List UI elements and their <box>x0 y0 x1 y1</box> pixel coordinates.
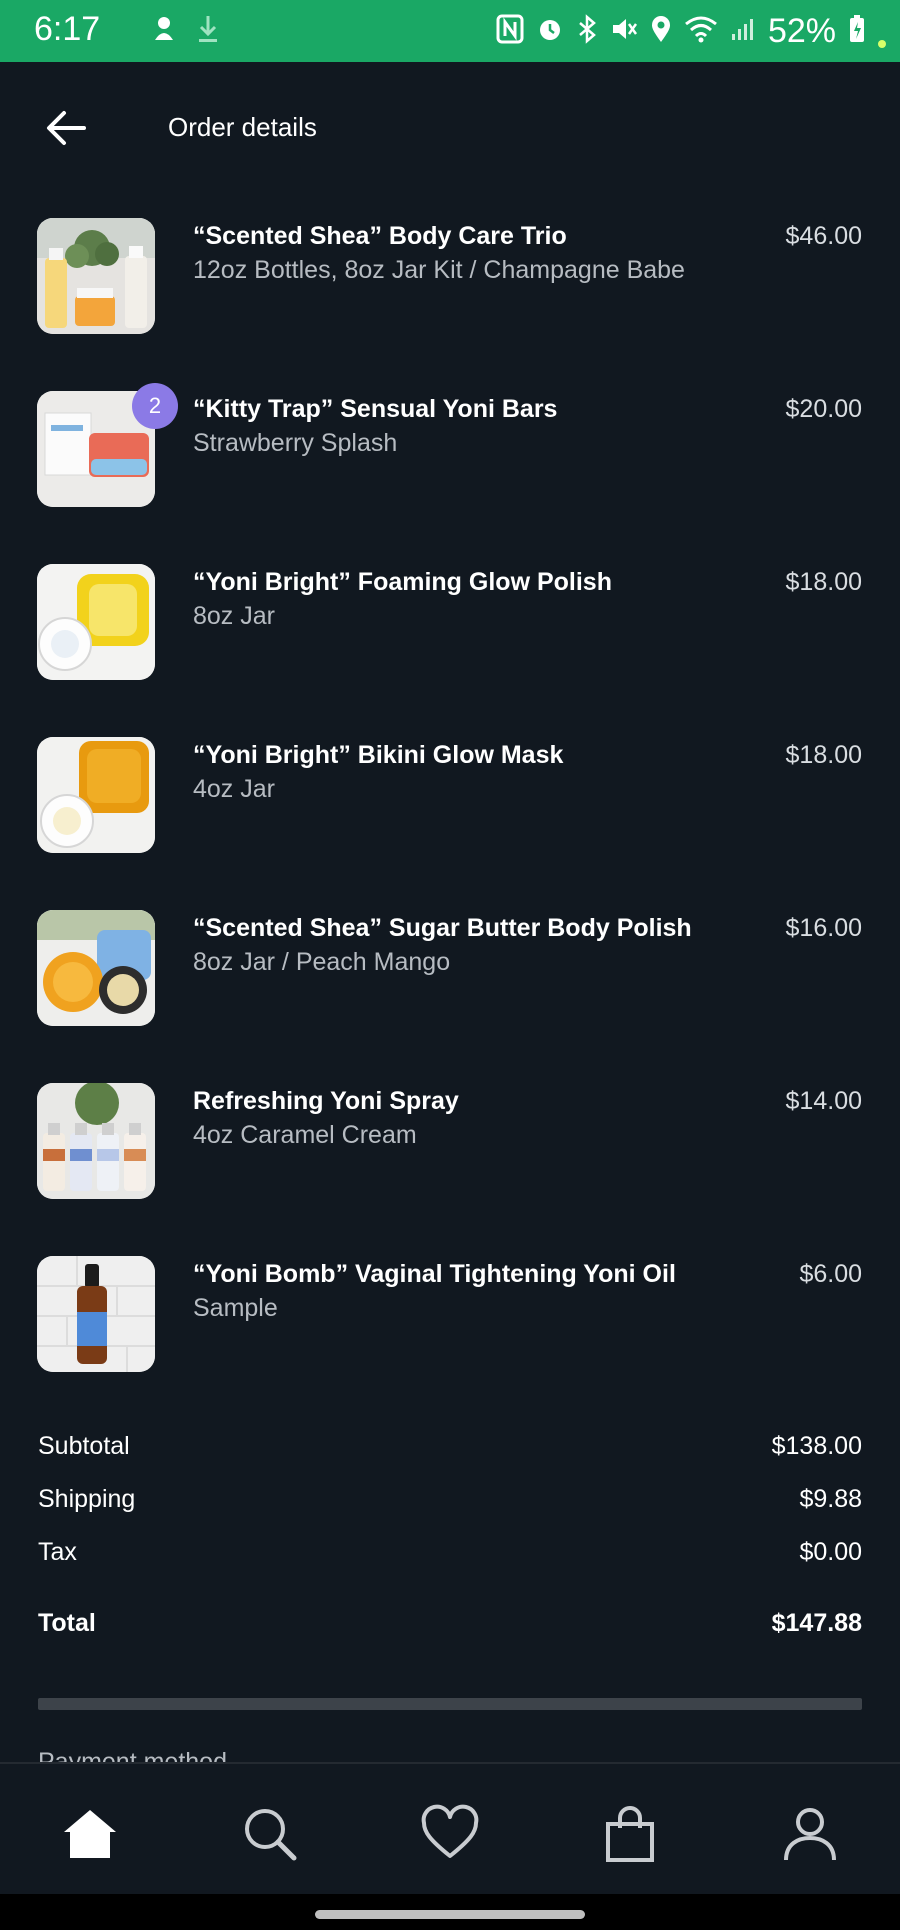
subtotal-value: $138.00 <box>771 1432 862 1460</box>
item-name: “Scented Shea” Sugar Butter Body Polish <box>193 914 692 942</box>
order-item[interactable]: Refreshing Yoni Spray 4oz Caramel Cream … <box>0 1083 900 1256</box>
home-gesture-handle[interactable] <box>315 1910 585 1919</box>
privacy-dot <box>878 39 886 48</box>
item-name: Refreshing Yoni Spray <box>193 1087 459 1115</box>
tax-label: Tax <box>38 1538 77 1566</box>
shipping-label: Shipping <box>38 1485 136 1513</box>
wifi-icon <box>684 14 718 49</box>
product-thumbnail <box>37 1083 155 1199</box>
item-price: $46.00 <box>785 222 862 250</box>
item-name: “Yoni Bomb” Vaginal Tightening Yoni Oil <box>193 1260 676 1288</box>
item-price: $16.00 <box>785 914 862 942</box>
item-variant: 4oz Jar <box>193 775 275 803</box>
item-variant: Strawberry Splash <box>193 429 398 457</box>
item-price: $18.00 <box>785 741 862 769</box>
item-variant: 8oz Jar <box>193 602 275 630</box>
shopping-bag-icon <box>606 1806 654 1862</box>
nav-favorites[interactable] <box>420 1804 480 1864</box>
product-thumbnail <box>37 564 155 680</box>
item-name: “Yoni Bright” Bikini Glow Mask <box>193 741 564 769</box>
page-title: Order details <box>168 112 317 142</box>
nav-search[interactable] <box>240 1804 300 1864</box>
battery-percent: 52% <box>767 12 836 50</box>
order-item[interactable]: “Scented Shea” Sugar Butter Body Polish … <box>0 910 900 1083</box>
item-name: “Scented Shea” Body Care Trio <box>193 222 567 250</box>
order-item[interactable]: “Yoni Bomb” Vaginal Tightening Yoni Oil … <box>0 1256 900 1429</box>
total-value: $147.88 <box>771 1609 862 1637</box>
subtotal-label: Subtotal <box>38 1432 130 1460</box>
order-item[interactable]: “Yoni Bright” Foaming Glow Polish 8oz Ja… <box>0 564 900 737</box>
order-item[interactable]: 2 “Kitty Trap” Sensual Yoni Bars Strawbe… <box>0 383 900 564</box>
product-thumbnail <box>37 218 155 334</box>
nav-profile[interactable] <box>780 1804 840 1864</box>
shipping-value: $9.88 <box>799 1485 862 1513</box>
signal-icon <box>730 14 756 49</box>
status-time: 6:17 <box>34 10 101 48</box>
bottom-navigation <box>0 1762 900 1896</box>
shipping-row: Shipping $9.88 <box>38 1485 862 1538</box>
item-price: $6.00 <box>799 1260 862 1288</box>
heart-icon <box>421 1804 479 1858</box>
bluetooth-icon <box>576 14 598 49</box>
back-button[interactable] <box>44 106 88 150</box>
mute-icon <box>610 14 638 49</box>
home-icon <box>64 1810 116 1858</box>
section-divider <box>38 1698 862 1710</box>
battery-icon <box>848 14 866 49</box>
location-icon <box>650 14 672 49</box>
item-price: $14.00 <box>785 1087 862 1115</box>
item-name: “Yoni Bright” Foaming Glow Polish <box>193 568 612 596</box>
app-header: Order details <box>0 62 900 192</box>
product-thumbnail <box>37 737 155 853</box>
notification-icon <box>150 14 178 49</box>
profile-icon <box>784 1808 836 1861</box>
subtotal-row: Subtotal $138.00 <box>38 1432 862 1485</box>
item-price: $18.00 <box>785 568 862 596</box>
order-item[interactable]: “Scented Shea” Body Care Trio 12oz Bottl… <box>0 218 900 391</box>
item-variant: 8oz Jar / Peach Mango <box>193 948 451 976</box>
arrow-left-icon <box>47 111 86 145</box>
status-bar: 6:17 52% <box>0 0 900 62</box>
nfc-icon <box>496 14 524 49</box>
search-icon <box>245 1809 297 1861</box>
tax-row: Tax $0.00 <box>38 1538 862 1591</box>
item-name: “Kitty Trap” Sensual Yoni Bars <box>193 395 558 423</box>
order-item[interactable]: “Yoni Bright” Bikini Glow Mask 4oz Jar $… <box>0 737 900 910</box>
product-thumbnail <box>37 1256 155 1372</box>
order-items-list: “Scented Shea” Body Care Trio 12oz Bottl… <box>0 218 900 1429</box>
item-variant: Sample <box>193 1294 278 1322</box>
order-summary: Subtotal $138.00 Shipping $9.88 Tax $0.0… <box>38 1432 862 1662</box>
tax-value: $0.00 <box>799 1538 862 1566</box>
nav-home[interactable] <box>60 1804 120 1864</box>
download-icon <box>196 14 220 49</box>
item-variant: 12oz Bottles, 8oz Jar Kit / Champagne Ba… <box>193 256 685 284</box>
total-row: Total $147.88 <box>38 1609 862 1662</box>
item-variant: 4oz Caramel Cream <box>193 1121 417 1149</box>
quantity-badge: 2 <box>132 383 178 429</box>
product-thumbnail <box>37 910 155 1026</box>
alarm-icon <box>536 14 564 49</box>
nav-cart[interactable] <box>600 1804 660 1864</box>
item-price: $20.00 <box>785 395 862 423</box>
total-label: Total <box>38 1609 96 1637</box>
